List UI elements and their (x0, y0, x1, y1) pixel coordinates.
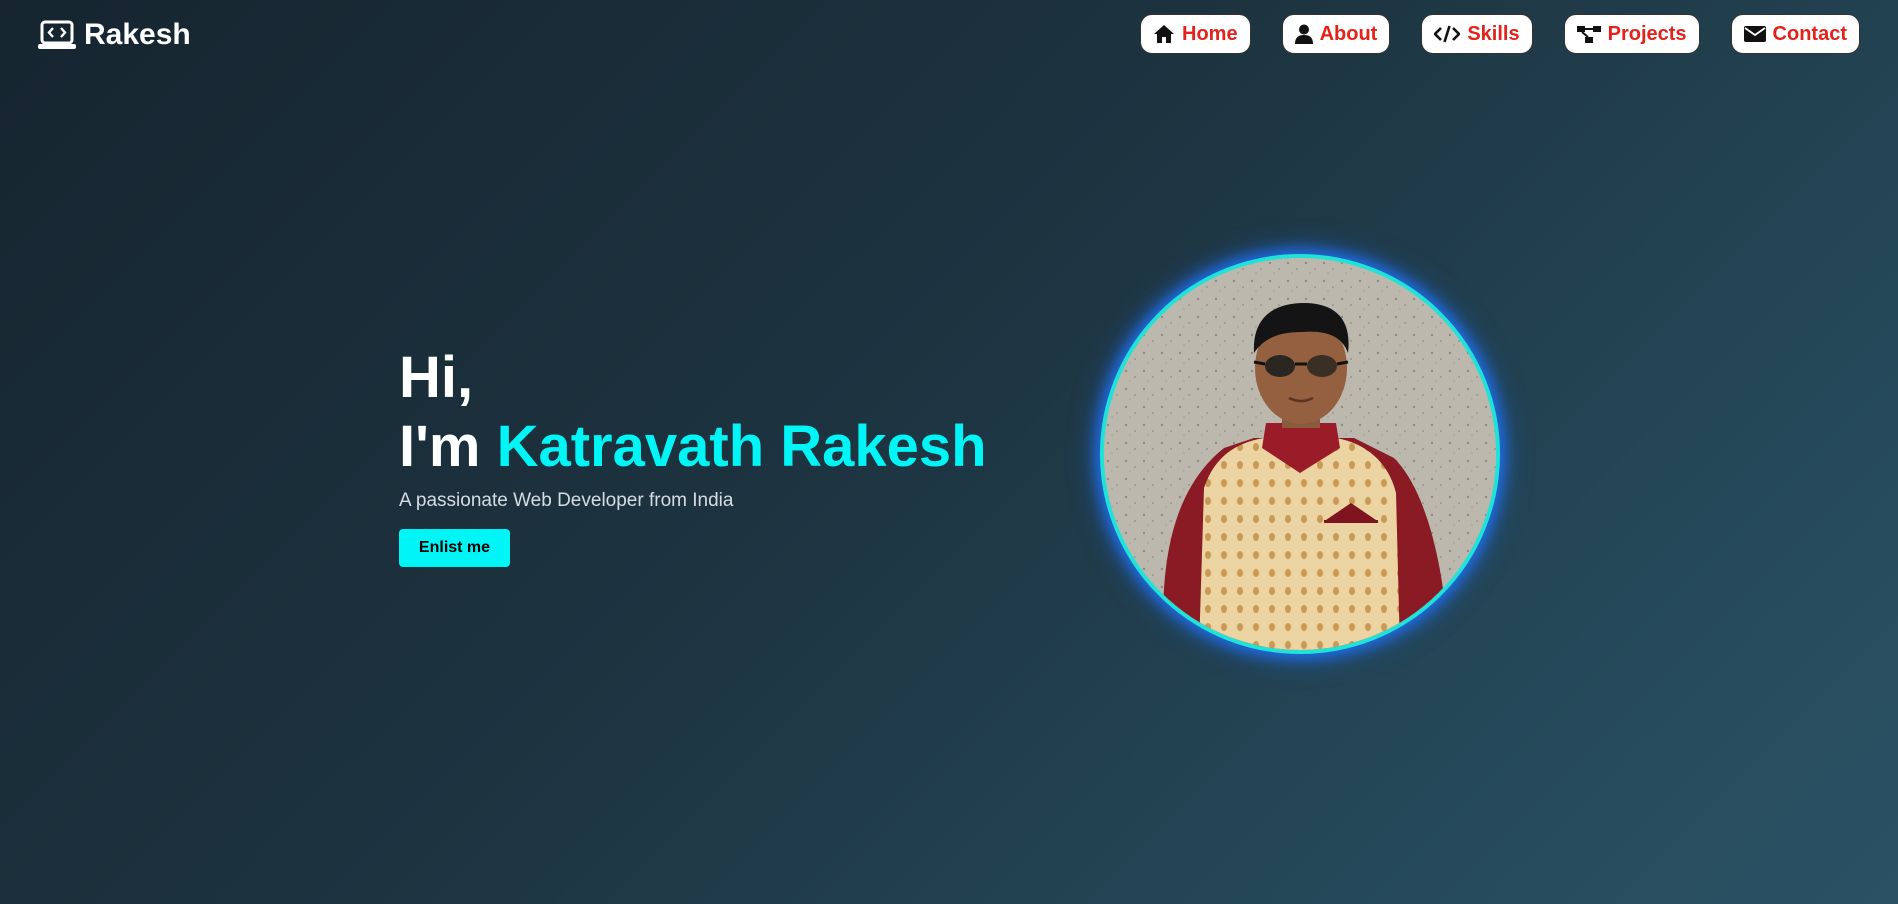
nav-projects-button[interactable]: Projects (1563, 14, 1700, 54)
user-icon (1294, 24, 1313, 44)
nav-projects-label: Projects (1607, 22, 1687, 45)
main-nav: Home About Skills Projects Contact (1140, 14, 1860, 54)
brand-name: Rakesh (84, 18, 191, 51)
laptop-code-icon (38, 19, 76, 51)
nav-contact-button[interactable]: Contact (1730, 14, 1860, 54)
nav-home-label: Home (1182, 22, 1238, 45)
enlist-me-button[interactable]: Enlist me (399, 529, 510, 567)
project-diagram-icon (1576, 24, 1601, 44)
hero-subtitle: A passionate Web Developer from India (399, 490, 734, 511)
hero-section: Hi, I'm Katravath Rakesh A passionate We… (399, 344, 987, 567)
nav-about-button[interactable]: About (1281, 14, 1391, 54)
nav-skills-label: Skills (1467, 22, 1520, 45)
hero-name: Katravath Rakesh (496, 414, 987, 479)
nav-about-label: About (1319, 22, 1378, 45)
nav-skills-button[interactable]: Skills (1421, 14, 1533, 54)
envelope-icon (1743, 25, 1766, 43)
code-icon (1434, 24, 1461, 44)
hero-heading: I'm Katravath Rakesh (399, 412, 987, 482)
hero-intro: I'm (399, 414, 497, 479)
nav-home-button[interactable]: Home (1140, 14, 1251, 54)
nav-contact-label: Contact (1772, 22, 1847, 45)
profile-photo (1100, 254, 1500, 654)
home-icon (1153, 24, 1175, 44)
brand-logo[interactable]: Rakesh (38, 18, 191, 52)
hero-greeting: Hi, (399, 345, 474, 410)
